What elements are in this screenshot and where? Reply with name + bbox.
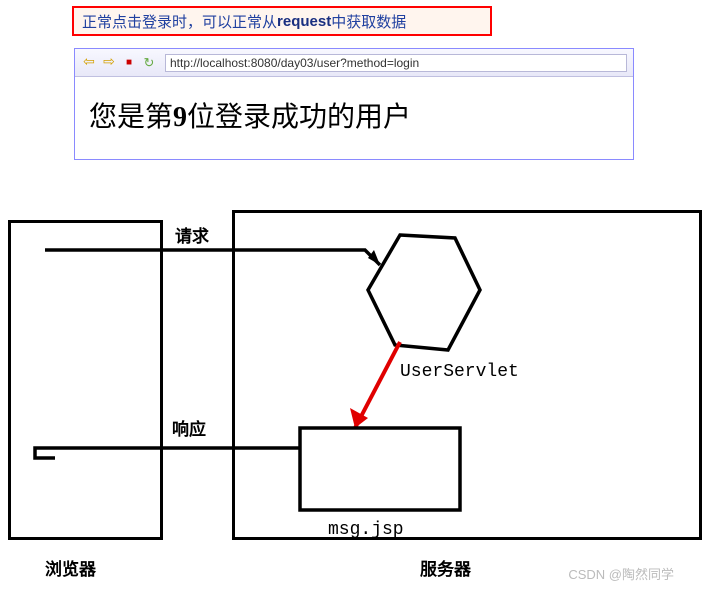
content-suffix: 位登录成功的用户 xyxy=(187,102,411,133)
annotation-bold: request xyxy=(277,13,331,30)
annotation-prefix: 正常点击登录时，可以正常从 xyxy=(82,11,277,32)
label-request: 请求 xyxy=(175,222,209,247)
browser-content: 您是第9位登录成功的用户 xyxy=(75,77,633,159)
content-prefix: 您是第 xyxy=(89,102,173,133)
browser-toolbar: ⇦ ⇨ ■ ↻ xyxy=(75,49,633,77)
label-msgjsp: msg.jsp xyxy=(328,520,404,540)
annotation-callout: 正常点击登录时，可以正常从 request 中获取数据 xyxy=(72,6,492,36)
hexagon-servlet xyxy=(368,235,480,350)
forward-icon[interactable]: ⇨ xyxy=(101,55,117,71)
response-arrow-line xyxy=(35,448,300,458)
label-server: 服务器 xyxy=(420,555,471,580)
browser-mockup: ⇦ ⇨ ■ ↻ 您是第9位登录成功的用户 xyxy=(74,48,634,160)
label-browser: 浏览器 xyxy=(45,555,96,580)
refresh-icon[interactable]: ↻ xyxy=(141,55,157,71)
request-arrow-line xyxy=(45,250,380,265)
stop-icon[interactable]: ■ xyxy=(121,55,137,71)
request-arrow-head xyxy=(368,250,380,265)
rect-jsp xyxy=(300,428,460,510)
label-userservlet: UserServlet xyxy=(400,362,519,382)
architecture-diagram: 请求 响应 UserServlet msg.jsp 浏览器 服务器 CSDN @… xyxy=(0,190,714,590)
annotation-suffix: 中获取数据 xyxy=(331,11,406,32)
url-input[interactable] xyxy=(165,54,627,72)
back-icon[interactable]: ⇦ xyxy=(81,55,97,71)
watermark: CSDN @陶然同学 xyxy=(568,564,674,583)
label-response: 响应 xyxy=(172,415,206,440)
content-number: 9 xyxy=(173,102,187,133)
